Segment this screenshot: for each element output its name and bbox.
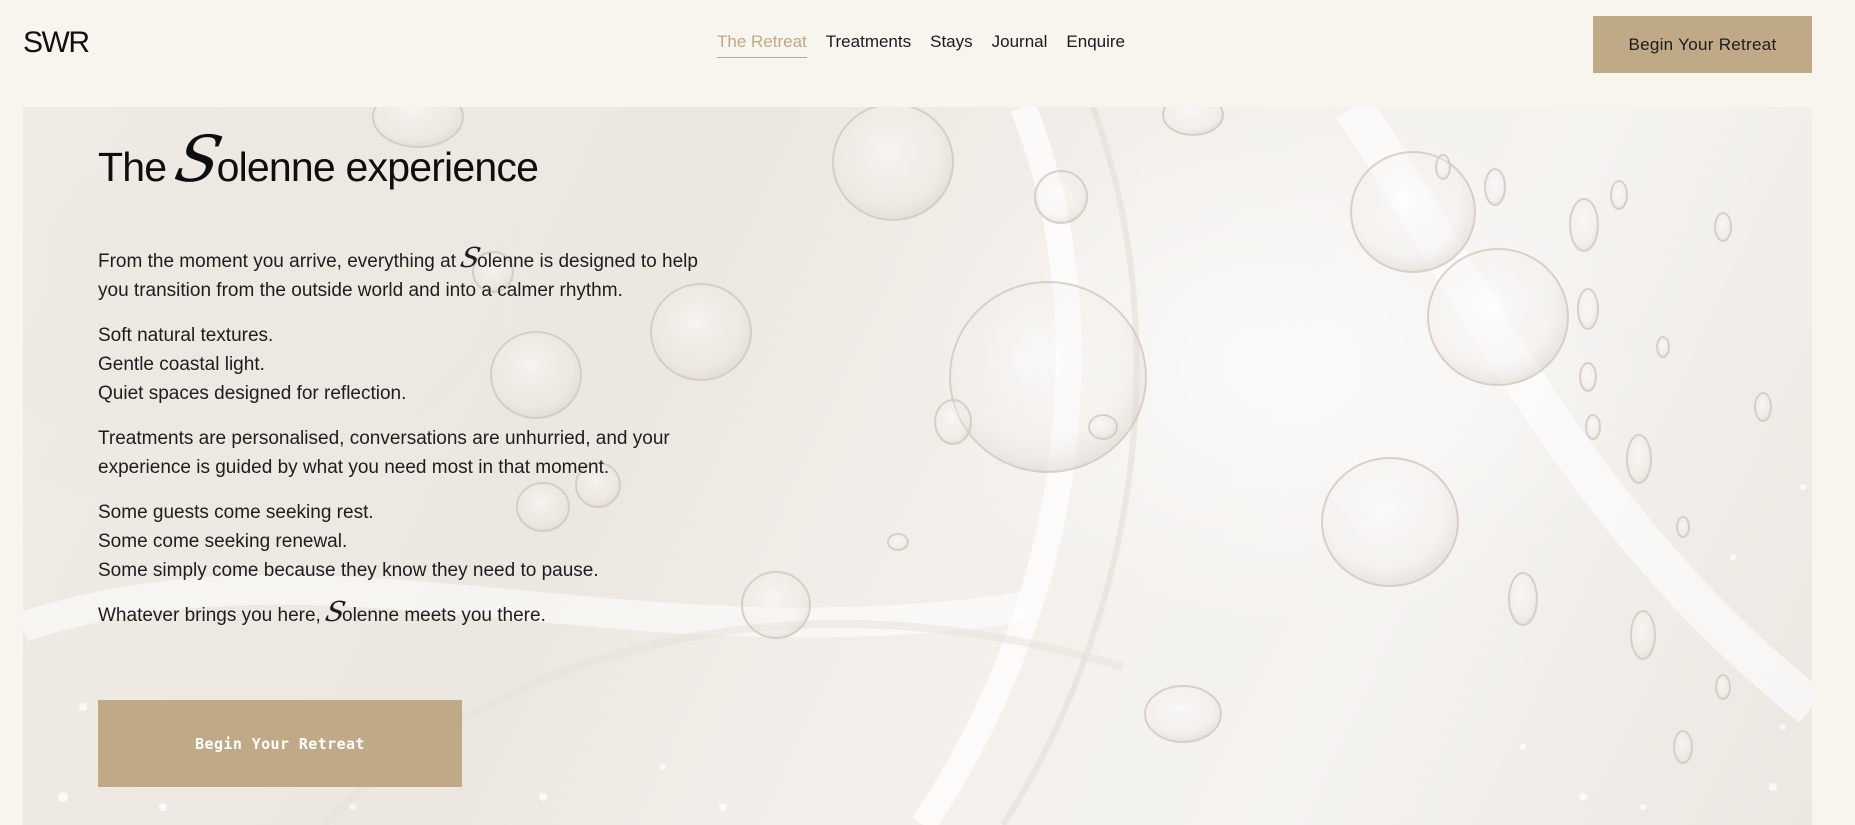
guests-line-renewal: Some come seeking renewal. bbox=[98, 531, 348, 552]
guests-paragraph: Some guests come seeking rest. Some come… bbox=[98, 498, 798, 585]
guests-line-rest: Some guests come seeking rest. bbox=[98, 502, 374, 523]
intro-text-end: olenne is designed to help bbox=[477, 251, 698, 272]
guests-line-pause: Some simply come because they know they … bbox=[98, 560, 599, 581]
hero-section: The Solenne experience From the moment y… bbox=[23, 107, 1812, 825]
intro-text-start: From the moment you arrive, everything a… bbox=[98, 251, 462, 272]
site-header: SWR The Retreat Treatments Stays Journal… bbox=[0, 0, 1855, 107]
textures-paragraph: Soft natural textures. Gentle coastal li… bbox=[98, 321, 798, 408]
header-begin-retreat-button[interactable]: Begin Your Retreat bbox=[1593, 16, 1812, 73]
nav-item-journal[interactable]: Journal bbox=[992, 32, 1048, 58]
treatments-line-2: experience is guided by what you need mo… bbox=[98, 457, 610, 478]
closing-text-end: olenne meets you there. bbox=[342, 605, 546, 626]
title-prefix: The bbox=[98, 144, 177, 190]
site-logo[interactable]: SWR bbox=[23, 26, 90, 60]
main-nav: The Retreat Treatments Stays Journal Enq… bbox=[717, 32, 1144, 58]
hero-copy: The Solenne experience From the moment y… bbox=[98, 122, 798, 630]
treatments-line-1: Treatments are personalised, conversatio… bbox=[98, 428, 670, 449]
light-line: Gentle coastal light. bbox=[98, 354, 265, 375]
closing-text-start: Whatever brings you here, bbox=[98, 605, 327, 626]
hero-title: The Solenne experience bbox=[98, 122, 539, 196]
treatments-paragraph: Treatments are personalised, conversatio… bbox=[98, 424, 798, 482]
nav-item-treatments[interactable]: Treatments bbox=[826, 32, 911, 58]
textures-line: Soft natural textures. bbox=[98, 325, 274, 346]
title-suffix: olenne experience bbox=[216, 144, 539, 190]
nav-item-enquire[interactable]: Enquire bbox=[1066, 32, 1125, 58]
closing-paragraph: Whatever brings you here, Solenne meets … bbox=[98, 596, 546, 628]
nav-item-stays[interactable]: Stays bbox=[930, 32, 973, 58]
spaces-line: Quiet spaces designed for reflection. bbox=[98, 383, 407, 404]
intro-paragraph: From the moment you arrive, everything a… bbox=[98, 242, 798, 305]
intro-text-line-2: you transition from the outside world an… bbox=[98, 280, 623, 301]
nav-item-the-retreat[interactable]: The Retreat bbox=[717, 32, 807, 58]
hero-begin-retreat-button[interactable]: Begin Your Retreat bbox=[98, 700, 462, 787]
